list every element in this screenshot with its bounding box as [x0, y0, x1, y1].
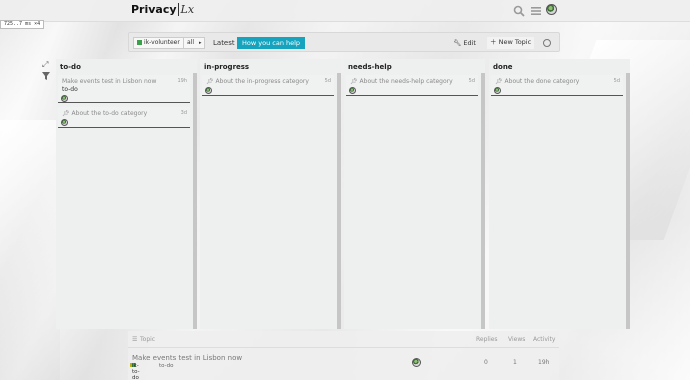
wrench-icon: 🔧︎ — [453, 39, 462, 47]
card-title[interactable]: Make events test in Lisbon now — [62, 78, 156, 85]
column-header-activity[interactable]: Activity — [533, 336, 555, 343]
card-age: 19h — [177, 78, 187, 84]
card-title[interactable]: About the in-progress category — [216, 78, 309, 85]
card-avatar — [61, 95, 68, 104]
plus-icon: ＋ — [490, 38, 497, 46]
pin-icon: 📌︎ — [495, 78, 503, 85]
card-title[interactable]: About the to-do category — [72, 110, 148, 117]
category-label: ik-volunteer — [144, 39, 180, 46]
avatar — [494, 87, 501, 94]
tags-filter-label: all — [187, 39, 195, 46]
topic-list-header: ☰ Topic Replies Views Activity — [128, 331, 559, 348]
card-title[interactable]: About the done category — [505, 78, 580, 85]
table-row[interactable]: Make events test in Lisbon now ik-to-do … — [128, 349, 559, 380]
list-icon: ☰ — [132, 336, 138, 343]
site-logo[interactable]: Privacy Lx — [131, 3, 195, 16]
avatar — [546, 4, 557, 15]
new-topic-label: New Topic — [498, 38, 532, 46]
column-title: done — [493, 63, 513, 71]
chevron-right-icon: ▸ — [198, 40, 202, 46]
edit-button[interactable]: 🔧︎ Edit — [453, 37, 476, 49]
topic-card[interactable]: 📌︎ About the to-do category 3d — [58, 107, 190, 128]
expand-icon[interactable]: ⤢ — [42, 60, 51, 69]
card-avatar — [494, 87, 501, 96]
notification-level-icon[interactable] — [543, 39, 551, 47]
kanban-column-needs-help: needs-help 📌︎ About the needs-help categ… — [344, 59, 485, 329]
edit-label: Edit — [463, 39, 476, 47]
avatar — [349, 87, 356, 94]
navigation-toolbar: ik-volunteer ▸ all ▸ Latest How you can … — [128, 32, 560, 52]
card-age: 5d — [324, 78, 331, 84]
pin-icon: 📌︎ — [206, 78, 214, 85]
category-dropdown[interactable]: ik-volunteer ▸ — [133, 37, 191, 49]
pin-icon: 📌︎ — [350, 78, 358, 85]
avatar — [412, 358, 421, 367]
category-color-swatch — [137, 40, 142, 45]
tab-how-you-can-help[interactable]: How you can help — [237, 37, 306, 49]
avatar — [61, 95, 68, 102]
kanban-column-in-progress: in-progress 📌︎ About the in-progress cat… — [200, 59, 341, 329]
topic-tag[interactable]: to-do — [159, 363, 173, 369]
column-title: in-progress — [204, 63, 250, 71]
tab-latest[interactable]: Latest — [213, 37, 235, 49]
card-age: 5d — [613, 78, 620, 84]
views-count: 1 — [513, 359, 517, 366]
card-age: 3d — [180, 110, 187, 116]
column-title: to-do — [60, 63, 81, 71]
card-avatar — [61, 119, 68, 128]
topic-card[interactable]: 📌︎ About the done category 5d — [491, 75, 623, 96]
column-scrollbar[interactable] — [193, 73, 197, 329]
topic-card[interactable]: 📌︎ About the needs-help category 5d — [346, 75, 478, 96]
column-header-topic[interactable]: Topic — [140, 336, 155, 343]
avatar — [205, 87, 212, 94]
column-scrollbar[interactable] — [337, 73, 341, 329]
column-header-replies[interactable]: Replies — [476, 336, 498, 343]
topic-title[interactable]: Make events test in Lisbon now — [132, 354, 242, 362]
filter-icon[interactable] — [42, 72, 51, 81]
user-avatar[interactable] — [546, 4, 557, 17]
topic-card[interactable]: Make events test in Lisbon now 19h to-do — [58, 75, 190, 103]
replies-count: 0 — [484, 359, 488, 366]
kanban-column-done: done 📌︎ About the done category 5d — [489, 59, 630, 329]
card-avatar — [349, 87, 356, 96]
card-age: 5d — [468, 78, 475, 84]
card-tag[interactable]: to-do — [62, 86, 78, 93]
card-title[interactable]: About the needs-help category — [360, 78, 453, 85]
render-time-badge: 725..7 ms ×4 — [0, 20, 45, 29]
column-scrollbar[interactable] — [481, 73, 485, 329]
pin-icon: 📌︎ — [62, 110, 70, 117]
hamburger-icon[interactable] — [530, 5, 542, 17]
activity-time[interactable]: 19h — [538, 359, 549, 366]
column-title: needs-help — [348, 63, 392, 71]
new-topic-button[interactable]: ＋ New Topic — [487, 37, 535, 49]
topic-list: ☰ Topic Replies Views Activity Make even… — [128, 331, 559, 380]
kanban-column-to-do: to-do Make events test in Lisbon now 19h… — [56, 59, 197, 329]
column-scrollbar[interactable] — [626, 73, 630, 329]
card-avatar — [205, 87, 212, 96]
tags-dropdown[interactable]: all ▸ — [183, 37, 206, 49]
topic-card[interactable]: 📌︎ About the in-progress category 5d — [202, 75, 334, 96]
avatar — [61, 119, 68, 126]
search-icon[interactable] — [513, 5, 525, 17]
column-header-views[interactable]: Views — [508, 336, 525, 343]
site-header: Privacy Lx — [0, 0, 690, 22]
